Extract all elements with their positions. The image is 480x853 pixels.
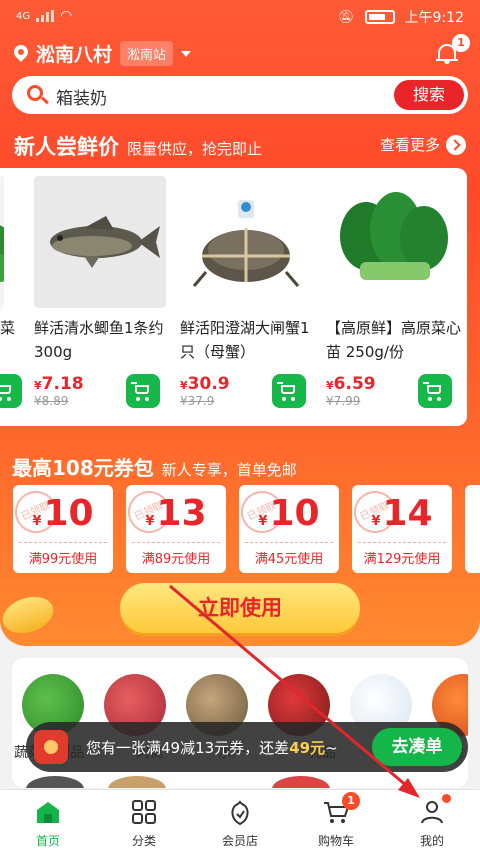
coupon-card-partial[interactable] — [465, 485, 480, 573]
tab-member-store[interactable]: 会员店 — [200, 790, 280, 853]
search-button[interactable]: 搜索 — [394, 80, 464, 110]
coin-decoration — [0, 590, 58, 640]
coupon-amount: ¥10 — [32, 493, 94, 534]
battery-icon — [364, 10, 395, 24]
add-to-cart-button[interactable] — [0, 374, 22, 408]
chevron-down-icon — [181, 50, 192, 57]
add-more-button[interactable]: 去凑单 — [372, 728, 462, 766]
product-item-partial[interactable]: 菜 — [0, 168, 22, 426]
bottom-tab-bar: 首页 分类 会员店 1 购物车 我的 — [0, 789, 480, 853]
coupon-condition: 满45元使用 — [254, 552, 324, 567]
location-pin-icon — [14, 45, 28, 63]
coupon-amount: ¥14 — [371, 493, 433, 534]
see-more-link[interactable]: 查看更多 — [380, 134, 466, 155]
tab-mine[interactable]: 我的 — [392, 790, 472, 853]
product-original-price: ¥8.89 — [34, 394, 69, 408]
mute-icon: 🔕︎ — [338, 9, 355, 25]
grid-icon — [132, 800, 156, 824]
coupon-reminder-toast[interactable]: 您有一张满49减13元券，还差49元~ 去凑单 — [26, 722, 468, 772]
notification-badge: 1 — [452, 34, 470, 52]
cart-icon — [423, 382, 441, 394]
coupon-gift-icon — [34, 730, 68, 764]
toast-message: 您有一张满49减13元券，还差49元~ — [86, 739, 338, 757]
product-image — [180, 176, 312, 308]
product-item[interactable]: 鲜活阳澄湖大闸蟹1只（母蟹） ¥30.9 ¥37.9 — [180, 168, 320, 426]
new-user-section-title: 新人尝鲜价 限量供应，抢完即止 — [14, 131, 262, 161]
location-name: 淞南八村 — [36, 44, 113, 66]
product-name: 菜 — [0, 319, 16, 337]
user-icon — [421, 801, 443, 824]
use-now-button[interactable]: 立即使用 — [120, 583, 360, 633]
coupon-card[interactable]: 已领取 ¥13 满89元使用 — [126, 485, 226, 573]
wifi-icon: ◠ — [60, 8, 73, 24]
coupon-card[interactable]: 已领取 ¥10 满99元使用 — [13, 485, 113, 573]
notification-button[interactable]: 1 — [436, 34, 470, 64]
product-name: 鲜活阳澄湖大闸蟹1只（母蟹） — [180, 319, 310, 361]
network-type: 4G — [16, 10, 31, 22]
product-carousel[interactable]: 菜 鲜活清水鲫鱼1条约300g ¥7.18 ¥8.89 鲜活阳澄湖大闸蟹1只（母… — [0, 168, 467, 426]
coupon-condition: 满99元使用 — [28, 552, 98, 567]
cart-icon — [277, 382, 295, 394]
product-name: 鲜活清水鲫鱼1条约300g — [34, 319, 164, 361]
add-to-cart-button[interactable] — [126, 374, 160, 408]
product-original-price: ¥7.99 — [326, 394, 361, 408]
product-price: ¥6.59 — [326, 374, 376, 394]
product-item[interactable]: 【高原鲜】高原菜心苗 250g/份 ¥6.59 ¥7.99 — [326, 168, 466, 426]
product-image — [34, 176, 166, 308]
cart-badge: 1 — [342, 792, 360, 810]
coupon-section-title: 最高108元券包 新人专享，首单免邮 — [12, 452, 297, 481]
chevron-right-icon — [446, 134, 466, 155]
tab-category[interactable]: 分类 — [104, 790, 184, 853]
tab-home[interactable]: 首页 — [8, 790, 88, 853]
status-bar: 4G ◠ 🔕︎ 上午9:12 — [0, 0, 480, 32]
unread-dot — [442, 794, 451, 803]
coupon-card[interactable]: 已领取 ¥14 满129元使用 — [352, 485, 452, 573]
hero-panel: 4G ◠ 🔕︎ 上午9:12 淞南八村 淞南站 1 箱装奶 搜索 新人尝鲜价 限… — [0, 0, 480, 646]
see-more-label: 查看更多 — [379, 136, 440, 154]
signal-icon — [36, 10, 55, 22]
coupon-condition: 满89元使用 — [141, 552, 211, 567]
search-input[interactable]: 箱装奶 — [56, 84, 107, 109]
cart-icon — [0, 385, 11, 394]
add-to-cart-button[interactable] — [272, 374, 306, 408]
coupon-subtitle: 新人专享，首单免邮 — [161, 461, 297, 479]
station-tag: 淞南站 — [120, 41, 174, 66]
search-bar[interactable]: 箱装奶 搜索 — [12, 76, 468, 114]
product-image — [0, 176, 4, 308]
coupon-amount: ¥10 — [258, 493, 320, 534]
product-original-price: ¥37.9 — [180, 394, 215, 408]
clock: 上午9:12 — [404, 10, 464, 26]
product-image — [326, 176, 458, 308]
location-selector[interactable]: 淞南八村 淞南站 — [14, 40, 192, 67]
product-item[interactable]: 鲜活清水鲫鱼1条约300g ¥7.18 ¥8.89 — [34, 168, 174, 426]
search-icon — [27, 85, 43, 101]
cart-icon — [131, 382, 149, 394]
coupon-title: 最高108元券包 — [12, 456, 154, 480]
product-price: ¥7.18 — [34, 374, 84, 394]
new-user-title: 新人尝鲜价 — [14, 135, 119, 159]
product-name: 【高原鲜】高原菜心苗 250g/份 — [326, 319, 462, 361]
member-icon — [231, 800, 249, 826]
home-icon — [37, 802, 59, 823]
coupon-condition: 满129元使用 — [363, 552, 441, 567]
coupon-amount: ¥13 — [145, 493, 207, 534]
product-price: ¥30.9 — [180, 374, 230, 394]
new-user-subtitle: 限量供应，抢完即止 — [127, 140, 263, 158]
add-to-cart-button[interactable] — [418, 374, 452, 408]
tab-cart[interactable]: 1 购物车 — [296, 790, 376, 853]
coupon-card[interactable]: 已领取 ¥10 满45元使用 — [239, 485, 339, 573]
